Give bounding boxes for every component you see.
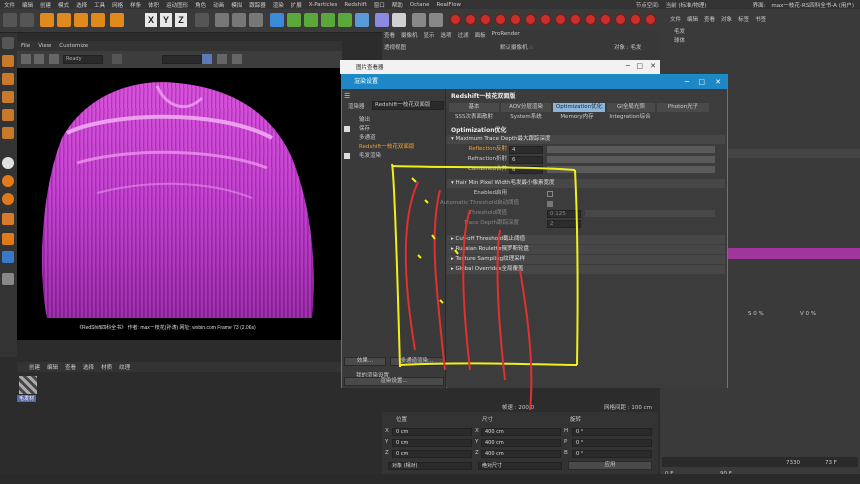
pen-annotation-overlay [391, 163, 579, 411]
status-bar [0, 474, 860, 484]
